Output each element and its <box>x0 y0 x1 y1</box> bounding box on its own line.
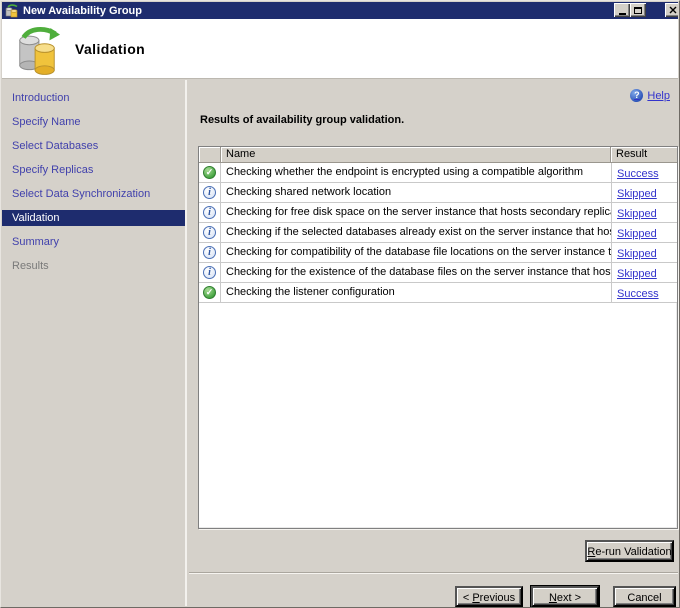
result-link[interactable]: Skipped <box>617 188 657 200</box>
table-row[interactable]: ✓ Checking whether the endpoint is encryp… <box>199 163 677 183</box>
check-name: Checking for compatibility of the databa… <box>226 246 611 258</box>
table-row[interactable]: i Checking for free disk space on the ser… <box>199 203 677 223</box>
next-button[interactable]: Next > <box>530 585 600 607</box>
info-icon: i <box>203 266 216 279</box>
result-link[interactable]: Skipped <box>617 268 657 280</box>
check-name: Checking shared network location <box>226 186 392 198</box>
validation-table: Name Result ✓ Checking whether the endpoi… <box>198 146 678 529</box>
previous-button[interactable]: < Previous <box>455 586 523 607</box>
success-icon: ✓ <box>203 166 216 179</box>
sidebar-item-results: Results <box>12 260 49 272</box>
wizard-banner: Validation <box>2 19 678 79</box>
result-link[interactable]: Skipped <box>617 228 657 240</box>
close-button[interactable] <box>665 3 678 17</box>
sidebar-item-specify-name[interactable]: Specify Name <box>2 114 185 130</box>
info-icon: i <box>203 246 216 259</box>
help-link[interactable]: ? Help <box>630 89 670 102</box>
check-name: Checking whether the endpoint is encrypt… <box>226 166 584 178</box>
table-header: Name Result <box>199 147 677 163</box>
app-icon <box>5 3 18 17</box>
result-link[interactable]: Success <box>617 168 659 180</box>
close-icon <box>669 6 677 14</box>
title-bar[interactable]: New Availability Group <box>2 2 678 19</box>
sidebar-item-select-databases[interactable]: Select Databases <box>2 138 185 154</box>
result-link[interactable]: Skipped <box>617 248 657 260</box>
help-icon: ? <box>630 89 644 102</box>
info-icon: i <box>203 226 216 239</box>
sidebar-item-validation[interactable]: Validation <box>2 210 185 226</box>
result-link[interactable]: Success <box>617 288 659 300</box>
column-header-result[interactable]: Result <box>611 147 677 163</box>
help-label: Help <box>647 89 670 102</box>
minimize-icon <box>618 12 626 15</box>
rerun-validation-button[interactable]: Re-run Validation <box>585 540 674 562</box>
check-name: Checking for the existence of the databa… <box>226 266 611 278</box>
sidebar-item-specify-replicas[interactable]: Specify Replicas <box>2 162 185 178</box>
column-header-icon[interactable] <box>199 147 221 163</box>
maximize-icon <box>634 6 642 14</box>
column-header-name[interactable]: Name <box>221 147 611 163</box>
maximize-button[interactable] <box>630 3 646 17</box>
result-link[interactable]: Skipped <box>617 208 657 220</box>
cancel-button[interactable]: Cancel <box>613 586 676 607</box>
sidebar-item-summary[interactable]: Summary <box>2 234 185 250</box>
footer-divider <box>189 572 678 574</box>
table-row[interactable]: i Checking if the selected databases alre… <box>199 223 677 243</box>
window-title: New Availability Group <box>23 4 142 17</box>
check-name: Checking the listener configuration <box>226 286 395 298</box>
results-heading: Results of availability group validation… <box>200 114 405 126</box>
table-row[interactable]: i Checking for compatibility of the datab… <box>199 243 677 263</box>
sidebar-item-introduction[interactable]: Introduction <box>2 90 185 106</box>
availability-group-icon <box>19 27 60 75</box>
main-panel: ? Help Results of availability group val… <box>189 80 678 607</box>
info-icon: i <box>203 186 216 199</box>
page-title: Validation <box>75 41 146 57</box>
check-name: Checking for free disk space on the serv… <box>226 206 611 218</box>
check-name: Checking if the selected databases alrea… <box>226 226 611 238</box>
dialog-body: Introduction Specify Name Select Databases… <box>2 80 678 607</box>
info-icon: i <box>203 206 216 219</box>
new-availability-group-dialog: New Availability Group Validation Introd… <box>0 0 680 608</box>
validation-table-body: ✓ Checking whether the endpoint is encryp… <box>199 163 677 303</box>
success-icon: ✓ <box>203 286 216 299</box>
sidebar-item-select-data-synchronization[interactable]: Select Data Synchronization <box>2 186 185 202</box>
table-row[interactable]: ✓ Checking the listener configuration Succ… <box>199 283 677 303</box>
wizard-nav: Introduction Specify Name Select Databases… <box>2 80 187 606</box>
table-row[interactable]: i Checking for the existence of the datab… <box>199 263 677 283</box>
table-row[interactable]: i Checking shared network location Skipped <box>199 183 677 203</box>
minimize-button[interactable] <box>614 3 630 17</box>
